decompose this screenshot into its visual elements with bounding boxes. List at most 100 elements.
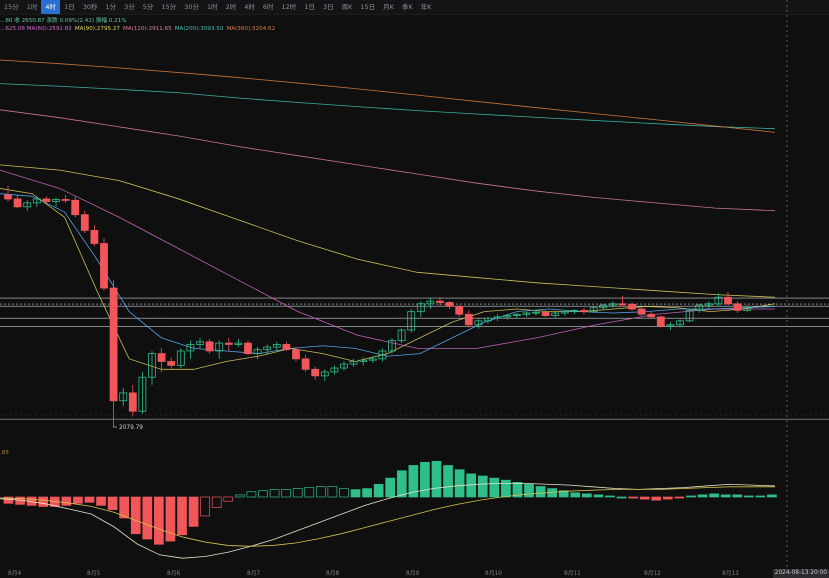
macd-bar-14 (165, 496, 176, 542)
macd-bar-12 (142, 496, 153, 540)
macd-bar-9 (107, 496, 118, 510)
candle-body-46 (445, 302, 454, 307)
x-axis-label-5: 8月9 (406, 570, 419, 577)
macd-bar-61 (709, 493, 719, 498)
macd-bar-33 (385, 477, 396, 498)
macd-bar-37 (431, 460, 442, 498)
x-axis-label-3: 8月7 (247, 570, 260, 577)
macd-bar-56 (651, 496, 662, 501)
macd-label: .85 (0, 450, 9, 456)
macd-bar-13 (154, 496, 164, 545)
macd-bar-55 (639, 496, 650, 500)
macd-bar-52 (605, 495, 615, 498)
candle-body-56 (541, 311, 550, 316)
ma-line-4 (0, 59, 776, 133)
macd-bar-46 (535, 486, 546, 498)
candle-body-47 (455, 306, 464, 315)
macd-bar-5 (61, 496, 72, 506)
candle-body-9 (90, 229, 99, 244)
macd-bar-59 (686, 495, 696, 498)
candle-body-75 (724, 296, 732, 305)
candle-body-8 (80, 214, 89, 231)
macd-bar-64 (743, 495, 754, 498)
timestamp-label: 2024-08-13 20:00 (772, 569, 829, 578)
macd-bar-66 (767, 494, 777, 498)
macd-bar-30 (350, 489, 361, 498)
x-axis-label-4: 8月8 (326, 570, 339, 577)
macd-bar-42 (489, 477, 500, 498)
candle-body-7 (71, 199, 80, 216)
candle-body-10 (100, 243, 108, 289)
price-chart[interactable]: 8月4 8月5 8月6 8月7 8月8 8月9 8月10 8月11 8月12 8月13 2079.… (0, 0, 829, 578)
macd-bar-39 (454, 469, 465, 498)
candle-body-67 (647, 313, 656, 318)
x-axis-label-9: 8月13 (722, 570, 739, 577)
macd-bar-49 (570, 492, 581, 498)
candle-body-6 (61, 199, 70, 201)
macd-bar-50 (582, 493, 592, 498)
x-axis-label-8: 8月12 (644, 570, 661, 577)
macd-bar-24 (281, 489, 291, 498)
macd-bar-15 (177, 496, 187, 536)
candle-body-16 (157, 353, 166, 362)
x-axis-label-6: 8月10 (485, 570, 502, 577)
macd-bar-65 (755, 495, 766, 498)
candle-body-76 (733, 303, 742, 311)
macd-bar-29 (339, 488, 349, 498)
macd-bar-16 (188, 496, 199, 527)
x-axis-label-0: 8月4 (8, 570, 21, 577)
candle-body-30 (292, 349, 300, 360)
macd-bar-34 (396, 470, 407, 498)
macd-bar-41 (477, 475, 488, 498)
candle-body-45 (436, 300, 444, 303)
macd-bar-7 (84, 496, 95, 503)
macd-bar-57 (662, 496, 673, 500)
macd-bar-36 (420, 462, 430, 498)
macd-bar-31 (362, 488, 372, 498)
macd-bar-63 (732, 494, 743, 498)
candle-body-4 (42, 198, 51, 202)
x-axis-label-7: 8月11 (564, 570, 581, 577)
macd-bar-27 (315, 486, 326, 498)
macd-bar-26 (304, 487, 315, 498)
candle-body-32 (311, 368, 320, 377)
candle-body-13 (128, 392, 137, 412)
macd-bar-28 (327, 486, 338, 498)
macd-bar-54 (628, 496, 638, 499)
candle-body-1 (13, 198, 22, 208)
macd-bar-3 (38, 496, 49, 507)
macd-bar-11 (130, 496, 141, 535)
candle-body-64 (618, 303, 627, 306)
macd-bar-17 (200, 496, 210, 517)
macd-bar-21 (246, 491, 257, 498)
macd-bar-19 (223, 496, 234, 502)
low-price-label: 2079.79 (119, 425, 143, 431)
x-axis-label-2: 8月6 (167, 570, 180, 577)
candle-body-60 (580, 309, 588, 313)
macd-bar-51 (593, 494, 604, 498)
macd-bar-62 (720, 494, 731, 498)
candle-body-21 (205, 341, 214, 352)
candle-body-65 (628, 303, 636, 310)
macd-bar-32 (373, 484, 384, 498)
candle-body-0 (4, 194, 12, 200)
ma-line-3 (0, 83, 776, 130)
macd-bar-25 (292, 488, 303, 498)
candle-body-68 (656, 316, 665, 327)
macd-bar-6 (73, 496, 83, 504)
macd-bar-40 (466, 473, 477, 498)
macd-bar-23 (269, 489, 280, 498)
macd-bar-60 (697, 494, 708, 498)
macd-bar-53 (616, 496, 627, 499)
candle-body-23 (224, 342, 233, 345)
macd-bar-22 (258, 490, 268, 498)
x-axis: 8月4 8月5 8月6 8月7 8月8 8月9 8月10 8月11 8月12 8月13 (8, 570, 739, 577)
ma-line-2 (0, 109, 776, 212)
x-axis-label-1: 8月5 (87, 570, 100, 577)
candle-body-11 (109, 287, 118, 402)
macd-panel (0, 460, 777, 559)
macd-bar-45 (524, 484, 534, 498)
candle-body-48 (464, 313, 473, 326)
candle-body-29 (282, 344, 291, 351)
ma-line-1 (0, 164, 776, 298)
